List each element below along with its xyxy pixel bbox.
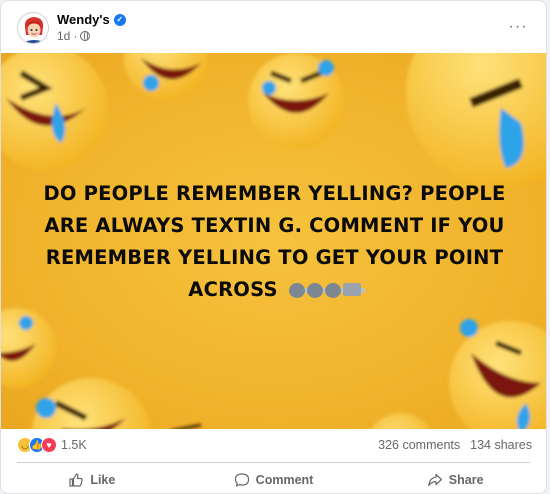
speaking-head-icon	[288, 283, 309, 298]
page-avatar[interactable]	[17, 12, 49, 44]
actions-divider	[17, 462, 530, 463]
post-image[interactable]: DO PEOPLE REMEMBER YELLING? PEOPLE ARE A…	[1, 53, 546, 429]
speaking-head-icon	[306, 283, 327, 298]
laughing-emoji-bottom-left	[1, 308, 56, 388]
post-image-text: DO PEOPLE REMEMBER YELLING? PEOPLE ARE A…	[21, 178, 528, 306]
thumbs-up-icon	[69, 473, 83, 487]
laughing-emoji-top-right	[248, 53, 344, 149]
laughing-emoji-bottom-center-left	[31, 378, 151, 429]
reaction-icons[interactable]: ◡ 👍 ♥	[17, 437, 57, 453]
engagement-counts: 326 comments 134 shares	[378, 438, 532, 452]
share-count[interactable]: 134 shares	[470, 438, 532, 452]
laughing-emoji-top-left	[1, 53, 108, 170]
comment-count[interactable]: 326 comments	[378, 438, 460, 452]
verified-badge-icon: ✓	[113, 13, 126, 26]
more-options-button[interactable]: ···	[504, 13, 532, 41]
reaction-count[interactable]: 1.5K	[61, 438, 87, 452]
more-dots-icon: ···	[508, 18, 528, 35]
share-label[interactable]: Share	[449, 473, 484, 487]
post-meta: 1d ·	[57, 29, 91, 43]
speaking-heads-emoji	[288, 283, 365, 298]
share-arrow-icon	[427, 473, 442, 487]
megaphone-icon	[342, 283, 365, 296]
laughing-emoji-bottom-right	[449, 319, 546, 429]
speaking-head-icon	[324, 283, 345, 298]
comment-label[interactable]: Comment	[256, 473, 314, 487]
share-button[interactable]: Share	[364, 466, 546, 493]
globe-icon	[80, 31, 91, 41]
love-reaction-icon: ♥	[41, 437, 57, 453]
like-button[interactable]: Like	[1, 466, 183, 493]
laughing-emoji-top-center	[124, 53, 208, 100]
post-card: Wendy's ✓ 1d · ··· DO PEOPLE REMEMBER YE…	[0, 0, 547, 494]
comment-button[interactable]: Comment	[183, 466, 365, 493]
post-stats: ◡ 👍 ♥ 1.5K 326 comments 134 shares	[1, 433, 546, 455]
comment-bubble-icon	[234, 473, 249, 487]
meta-separator: ·	[73, 29, 78, 43]
like-label[interactable]: Like	[90, 473, 115, 487]
post-actions: Like Comment Share	[1, 466, 546, 493]
page-name-text[interactable]: Wendy's	[57, 12, 110, 27]
post-image-caption: DO PEOPLE REMEMBER YELLING? PEOPLE ARE A…	[43, 182, 506, 301]
post-time[interactable]: 1d	[57, 29, 70, 43]
laughing-emoji-bottom-center	[173, 413, 431, 429]
laughing-emoji-far-right	[406, 53, 546, 188]
page-name[interactable]: Wendy's ✓	[57, 12, 126, 27]
wendys-logo-icon	[18, 13, 48, 43]
post-header: Wendy's ✓ 1d · ···	[1, 1, 546, 53]
